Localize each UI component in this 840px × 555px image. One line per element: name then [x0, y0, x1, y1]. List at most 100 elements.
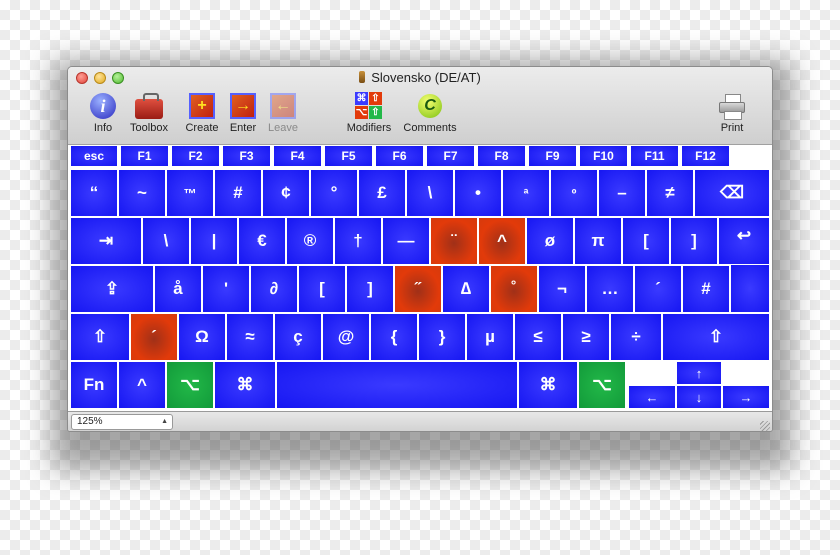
key-f4[interactable]: F4 [273, 145, 322, 167]
left-shift-key[interactable]: ⇧ [70, 313, 130, 361]
dead-key-circumflex[interactable]: ^ [478, 217, 526, 265]
resize-grip-icon[interactable] [760, 421, 770, 431]
dead-key-diaeresis[interactable]: ¨ [430, 217, 478, 265]
dead-key-double-acute[interactable]: ˝ [394, 265, 442, 313]
key-f1[interactable]: F1 [120, 145, 169, 167]
key-row2-3[interactable]: € [238, 217, 286, 265]
status-bar: 125% ▲▼ [68, 411, 772, 431]
key-row1-6[interactable]: ° [310, 169, 358, 217]
key-row2-6[interactable]: — [382, 217, 430, 265]
caps-lock-key[interactable]: ⇪ [70, 265, 154, 313]
dead-key-acute[interactable]: ´ [130, 313, 178, 361]
key-f9[interactable]: F9 [528, 145, 577, 167]
key-row3-10[interactable]: … [586, 265, 634, 313]
print-button[interactable]: Print [702, 92, 762, 134]
modifiers-label: Modifiers [346, 122, 392, 134]
key-row2-12[interactable]: [ [622, 217, 670, 265]
key-row3-5[interactable]: ] [346, 265, 394, 313]
key-row2-2[interactable]: | [190, 217, 238, 265]
key-f7[interactable]: F7 [426, 145, 475, 167]
document-icon [359, 71, 366, 83]
key-row2-11[interactable]: π [574, 217, 622, 265]
key-row4-6[interactable]: { [370, 313, 418, 361]
key-row2-1[interactable]: \ [142, 217, 190, 265]
key-esc[interactable]: esc [70, 145, 118, 167]
key-f8[interactable]: F8 [477, 145, 526, 167]
fn-key[interactable]: Fn [70, 361, 118, 409]
toolbox-button[interactable]: Toolbox [119, 92, 179, 134]
left-option-key[interactable]: ⌥ [166, 361, 214, 409]
key-row4-3[interactable]: ≈ [226, 313, 274, 361]
key-row3-9[interactable]: ¬ [538, 265, 586, 313]
comments-label: Comments [403, 122, 457, 134]
key-f10[interactable]: F10 [579, 145, 628, 167]
arrow-right-key[interactable]: → [722, 385, 770, 409]
key-f6[interactable]: F6 [375, 145, 424, 167]
comments-button[interactable]: C Comments [400, 92, 460, 134]
zoom-select[interactable]: 125% ▲▼ [71, 414, 173, 430]
key-row1-4[interactable]: # [214, 169, 262, 217]
delete-key[interactable]: ⌫ [694, 169, 770, 217]
key-row1-1[interactable]: “ [70, 169, 118, 217]
return-key-bottom[interactable] [730, 265, 770, 313]
arrow-left-key[interactable]: ← [628, 385, 676, 409]
info-icon: i [90, 93, 116, 119]
key-row1-5[interactable]: ¢ [262, 169, 310, 217]
tab-key[interactable]: ⇥ [70, 217, 142, 265]
toolbox-label: Toolbox [130, 122, 168, 134]
arrow-down-key[interactable]: ↓ [676, 385, 722, 409]
key-row4-9[interactable]: ≤ [514, 313, 562, 361]
leave-key-icon: ← [270, 93, 296, 119]
key-row2-4[interactable]: ® [286, 217, 334, 265]
key-row1-11[interactable]: º [550, 169, 598, 217]
key-row2-13[interactable]: ] [670, 217, 718, 265]
key-row1-13[interactable]: ≠ [646, 169, 694, 217]
key-row3-7[interactable]: ∆ [442, 265, 490, 313]
keyboard: esc F1 F2 F3 F4 F5 F6 F7 F8 F9 F10 F11 F… [68, 145, 772, 411]
left-command-key[interactable]: ⌘ [214, 361, 276, 409]
dead-key-ring[interactable]: ˚ [490, 265, 538, 313]
key-row3-1[interactable]: å [154, 265, 202, 313]
key-row4-11[interactable]: ÷ [610, 313, 662, 361]
key-row4-2[interactable]: Ω [178, 313, 226, 361]
space-bar[interactable] [276, 361, 518, 409]
right-command-key[interactable]: ⌘ [518, 361, 578, 409]
key-f11[interactable]: F11 [630, 145, 679, 167]
right-shift-key[interactable]: ⇧ [662, 313, 770, 361]
key-row3-11[interactable]: ´ [634, 265, 682, 313]
key-f5[interactable]: F5 [324, 145, 373, 167]
title-bar: Slovensko (DE/AT) i Info Toolbox + Creat… [68, 67, 772, 145]
arrow-up-key[interactable]: ↑ [676, 361, 722, 385]
right-option-key[interactable]: ⌥ [578, 361, 626, 409]
key-row2-10[interactable]: ø [526, 217, 574, 265]
zoom-value: 125% [77, 416, 103, 427]
leave-label: Leave [268, 122, 298, 134]
key-row1-12[interactable]: – [598, 169, 646, 217]
key-row1-8[interactable]: \ [406, 169, 454, 217]
key-row4-10[interactable]: ≥ [562, 313, 610, 361]
key-row1-9[interactable]: • [454, 169, 502, 217]
key-row3-2[interactable]: ' [202, 265, 250, 313]
key-row4-5[interactable]: @ [322, 313, 370, 361]
control-key[interactable]: ^ [118, 361, 166, 409]
key-row1-2[interactable]: ~ [118, 169, 166, 217]
modifiers-icon: ⌘ ⇧ ⌥ ⇧ [355, 92, 383, 120]
key-f3[interactable]: F3 [222, 145, 271, 167]
key-f12[interactable]: F12 [681, 145, 730, 167]
keyboard-layout-window: Slovensko (DE/AT) i Info Toolbox + Creat… [67, 66, 773, 432]
key-row1-10[interactable]: ª [502, 169, 550, 217]
key-row1-3[interactable]: ™ [166, 169, 214, 217]
stepper-arrows-icon: ▲▼ [161, 418, 168, 425]
key-row3-12[interactable]: # [682, 265, 730, 313]
modifiers-button[interactable]: ⌘ ⇧ ⌥ ⇧ Modifiers [339, 92, 399, 134]
key-row3-4[interactable]: [ [298, 265, 346, 313]
key-row3-3[interactable]: ∂ [250, 265, 298, 313]
key-row4-7[interactable]: } [418, 313, 466, 361]
key-row4-4[interactable]: ç [274, 313, 322, 361]
leave-button: ← Leave [253, 92, 313, 134]
key-f2[interactable]: F2 [171, 145, 220, 167]
return-key-top[interactable]: ↩ [718, 217, 770, 265]
key-row4-8[interactable]: µ [466, 313, 514, 361]
key-row2-5[interactable]: † [334, 217, 382, 265]
key-row1-7[interactable]: £ [358, 169, 406, 217]
